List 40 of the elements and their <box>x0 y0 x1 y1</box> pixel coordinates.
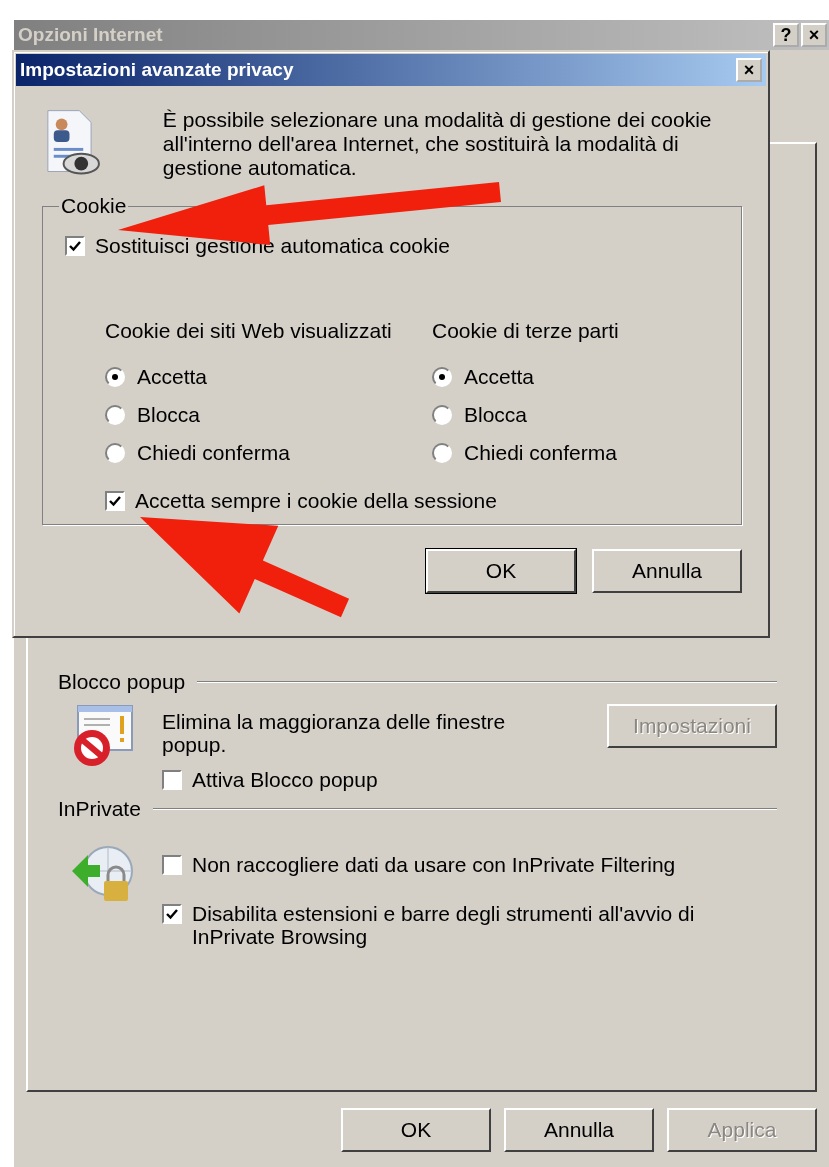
radio-button[interactable] <box>105 367 125 387</box>
column-heading: Cookie di terze parti <box>432 319 620 343</box>
radio-label[interactable]: Accetta <box>464 365 535 389</box>
section-description: Elimina la maggioranza delle finestre popup. <box>162 709 507 756</box>
checkbox[interactable] <box>65 236 85 256</box>
radio-label[interactable]: Blocca <box>464 403 528 427</box>
radio-label[interactable]: Chiedi conferma <box>464 441 617 465</box>
close-button[interactable]: × <box>736 58 762 82</box>
radio-button[interactable] <box>432 367 452 387</box>
dialog-button[interactable]: OK <box>341 1108 491 1152</box>
column-heading: Cookie dei siti Web visualizzati <box>105 319 392 343</box>
radio-label[interactable]: Blocca <box>137 403 201 427</box>
group-title: Cookie <box>60 194 128 218</box>
radio-label[interactable]: Chiedi conferma <box>137 441 290 465</box>
check-icon <box>166 908 178 920</box>
dialog-button[interactable]: OK <box>426 549 576 593</box>
checkbox-label[interactable]: Disabilita estensioni e barre degli strumenti all'avvio di InPrivate Browsing <box>192 902 722 948</box>
checkbox[interactable] <box>162 855 182 875</box>
radio-button[interactable] <box>105 405 125 425</box>
checkbox[interactable] <box>162 770 182 790</box>
radio-button[interactable] <box>432 443 452 463</box>
section-heading: InPrivate <box>58 797 141 821</box>
radio-button[interactable] <box>105 443 125 463</box>
dialog-button[interactable]: Annulla <box>592 549 742 593</box>
checkbox-label[interactable]: Attiva Blocco popup <box>192 768 378 791</box>
checkbox-label[interactable]: Accetta sempre i cookie della sessione <box>135 489 497 512</box>
radio-button[interactable] <box>432 405 452 425</box>
check-icon <box>109 495 121 507</box>
help-button[interactable]: ? <box>773 23 799 47</box>
dialog-button[interactable]: Annulla <box>504 1108 654 1152</box>
dialog-title: Impostazioni avanzate privacy <box>20 59 294 81</box>
radio-label[interactable]: Accetta <box>137 365 208 389</box>
checkbox-label[interactable]: Non raccogliere dati da usare con InPrivate Filtering <box>192 853 676 876</box>
section-heading: Blocco popup <box>58 670 186 694</box>
check-icon <box>69 240 81 252</box>
window-title: Opzioni Internet <box>18 24 163 46</box>
checkbox[interactable] <box>162 904 182 924</box>
checkbox[interactable] <box>105 491 125 511</box>
close-button[interactable]: × <box>801 23 827 47</box>
dialog-description: È possibile selezionare una modalità di gestione dei cookie all'interno dell'area Internet, che sostituirà la modalità di gestione automatica. <box>162 108 713 180</box>
